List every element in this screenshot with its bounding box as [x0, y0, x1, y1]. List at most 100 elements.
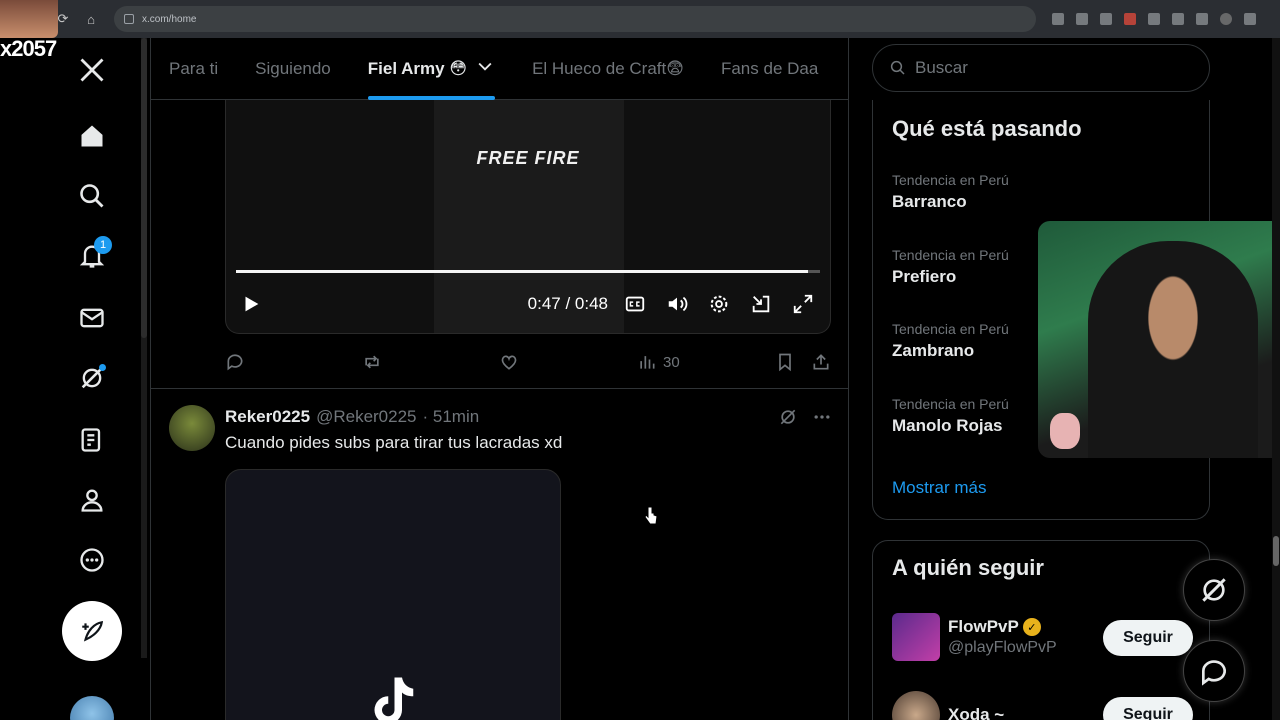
hand-cursor-icon	[644, 506, 658, 525]
x-logo-icon[interactable]	[70, 48, 114, 92]
author-handle[interactable]: @Reker0225	[316, 407, 416, 427]
follow-button[interactable]: Seguir	[1103, 620, 1193, 656]
messages-envelope-icon[interactable]	[70, 296, 114, 340]
address-bar[interactable]: x.com/home	[114, 6, 1036, 32]
suggestion-avatar[interactable]	[892, 691, 940, 720]
volume-icon[interactable]	[662, 289, 692, 319]
url-text: x.com/home	[142, 13, 197, 25]
cast-icon[interactable]	[1052, 13, 1064, 25]
search-input[interactable]: Buscar	[872, 44, 1210, 92]
grok-floating-button[interactable]	[1183, 559, 1245, 621]
post-reker0225[interactable]: Reker0225 @Reker0225 · 51min Cuando pide…	[151, 389, 848, 720]
zoom-icon[interactable]	[1076, 13, 1088, 25]
bookmark-icon[interactable]	[775, 352, 795, 372]
follow-button[interactable]: Seguir	[1103, 697, 1193, 720]
picture-in-picture-icon[interactable]	[746, 289, 776, 319]
post-timestamp[interactable]: · 51min	[423, 407, 480, 427]
suggestion-avatar[interactable]	[892, 613, 940, 661]
profile-person-icon[interactable]	[70, 478, 114, 522]
pig-sticker	[1050, 413, 1080, 449]
post-action-bar: 30	[225, 344, 831, 380]
suggestion-name: FlowPvP	[948, 617, 1019, 636]
left-sidebar-nav: 1	[0, 38, 148, 720]
video-time: 0:47 / 0:48	[527, 294, 608, 313]
grok-icon[interactable]	[778, 407, 798, 432]
trend-item[interactable]: Tendencia en Perú Zambrano	[892, 321, 1009, 361]
tiktok-logo-icon	[374, 677, 414, 720]
profile-icon[interactable]	[1220, 13, 1232, 25]
captions-icon[interactable]	[620, 289, 650, 319]
video-brand-text: FREE FIRE	[476, 148, 580, 168]
extension-icon[interactable]	[1124, 13, 1136, 25]
page-scrollbar[interactable]	[1272, 38, 1280, 720]
browser-menu-icon[interactable]	[1244, 13, 1256, 25]
site-info-icon[interactable]	[124, 14, 134, 24]
repost-icon[interactable]	[362, 352, 382, 372]
author-name[interactable]: Reker0225	[225, 407, 310, 427]
suggestion-name: Xoda ~	[948, 705, 1005, 720]
who-to-follow-title: A quién seguir	[892, 555, 1044, 580]
author-avatar[interactable]	[169, 405, 215, 451]
trend-name: Manolo Rojas	[892, 416, 1003, 435]
trend-item[interactable]: Tendencia en Perú Prefiero	[892, 247, 1009, 287]
timeline-column: Para ti Siguiendo Fiel Army 😳 El Hueco d…	[150, 38, 849, 720]
account-avatar[interactable]	[70, 696, 114, 720]
like-heart-icon[interactable]	[499, 352, 519, 372]
compose-post-button[interactable]	[62, 601, 122, 661]
reply-icon[interactable]	[225, 352, 245, 372]
notifications-badge: 1	[94, 236, 112, 254]
active-tab-indicator	[367, 95, 496, 100]
tab-fans-de-daa[interactable]: Fans de Daa	[721, 38, 818, 100]
left-scrollbar[interactable]	[141, 38, 147, 658]
tab-para-ti[interactable]: Para ti	[169, 38, 218, 100]
grok-icon	[1202, 578, 1226, 602]
trend-item[interactable]: Tendencia en Perú Manolo Rojas	[892, 396, 1009, 436]
extension-icons	[1052, 13, 1256, 25]
extensions-puzzle-icon[interactable]	[1148, 13, 1160, 25]
more-options-icon[interactable]	[70, 538, 114, 582]
bookmark-star-icon[interactable]	[1100, 13, 1112, 25]
trend-meta: Tendencia en Perú	[892, 172, 1009, 188]
lists-icon[interactable]	[70, 418, 114, 462]
tab-el-hueco-de-craft[interactable]: El Hueco de Craft😨	[532, 38, 684, 100]
video-controls: 0:47 / 0:48	[226, 284, 830, 324]
follow-suggestion[interactable]: Xoda ~	[892, 691, 1004, 720]
settings-gear-icon[interactable]	[704, 289, 734, 319]
video-player[interactable]: FREE FIRE 0:47 / 0:48	[225, 100, 831, 334]
fullscreen-icon[interactable]	[788, 289, 818, 319]
search-placeholder: Buscar	[915, 58, 968, 77]
post-video-thumbnail[interactable]	[225, 469, 561, 720]
trend-name: Zambrano	[892, 341, 975, 360]
follow-suggestion[interactable]: FlowPvP ✓ @playFlowPvP	[892, 613, 1057, 661]
grok-icon[interactable]	[70, 356, 114, 400]
grok-dot-badge	[99, 364, 106, 371]
tab-siguiendo[interactable]: Siguiendo	[255, 38, 331, 100]
messages-floating-button[interactable]	[1183, 640, 1245, 702]
reload-icon[interactable]: ⟳	[56, 11, 70, 26]
home-nav-icon[interactable]	[70, 114, 114, 158]
suggestion-handle: @playFlowPvP	[948, 639, 1057, 656]
chevron-down-icon[interactable]	[475, 56, 495, 81]
views-count: 30	[663, 353, 680, 371]
streamer-figure	[1088, 241, 1258, 458]
trend-item[interactable]: Tendencia en Perú Barranco	[892, 172, 1009, 212]
views-chart-icon	[640, 356, 655, 369]
home-icon[interactable]: ⌂	[84, 12, 98, 27]
timeline-tabs: Para ti Siguiendo Fiel Army 😳 El Hueco d…	[151, 38, 848, 100]
video-progress-fill	[236, 270, 808, 273]
more-dots-icon[interactable]	[812, 407, 832, 432]
share-icon[interactable]	[811, 352, 831, 372]
streamer-overlay-avatar	[0, 0, 58, 38]
tab-fiel-army[interactable]: Fiel Army 😳	[367, 38, 496, 100]
views-stat[interactable]: 30	[637, 352, 680, 372]
play-icon[interactable]	[236, 289, 266, 319]
trend-name: Prefiero	[892, 267, 957, 286]
notifications-bell-icon[interactable]: 1	[70, 234, 114, 278]
media-icon[interactable]	[1196, 13, 1208, 25]
browser-toolbar: ⟳ ⌂ x.com/home	[0, 0, 1280, 38]
download-icon[interactable]	[1172, 13, 1184, 25]
video-progress-bar[interactable]	[236, 270, 820, 273]
browser-nav-icons: ⟳ ⌂	[56, 11, 98, 27]
explore-search-icon[interactable]	[70, 174, 114, 218]
show-more-link[interactable]: Mostrar más	[892, 478, 986, 498]
